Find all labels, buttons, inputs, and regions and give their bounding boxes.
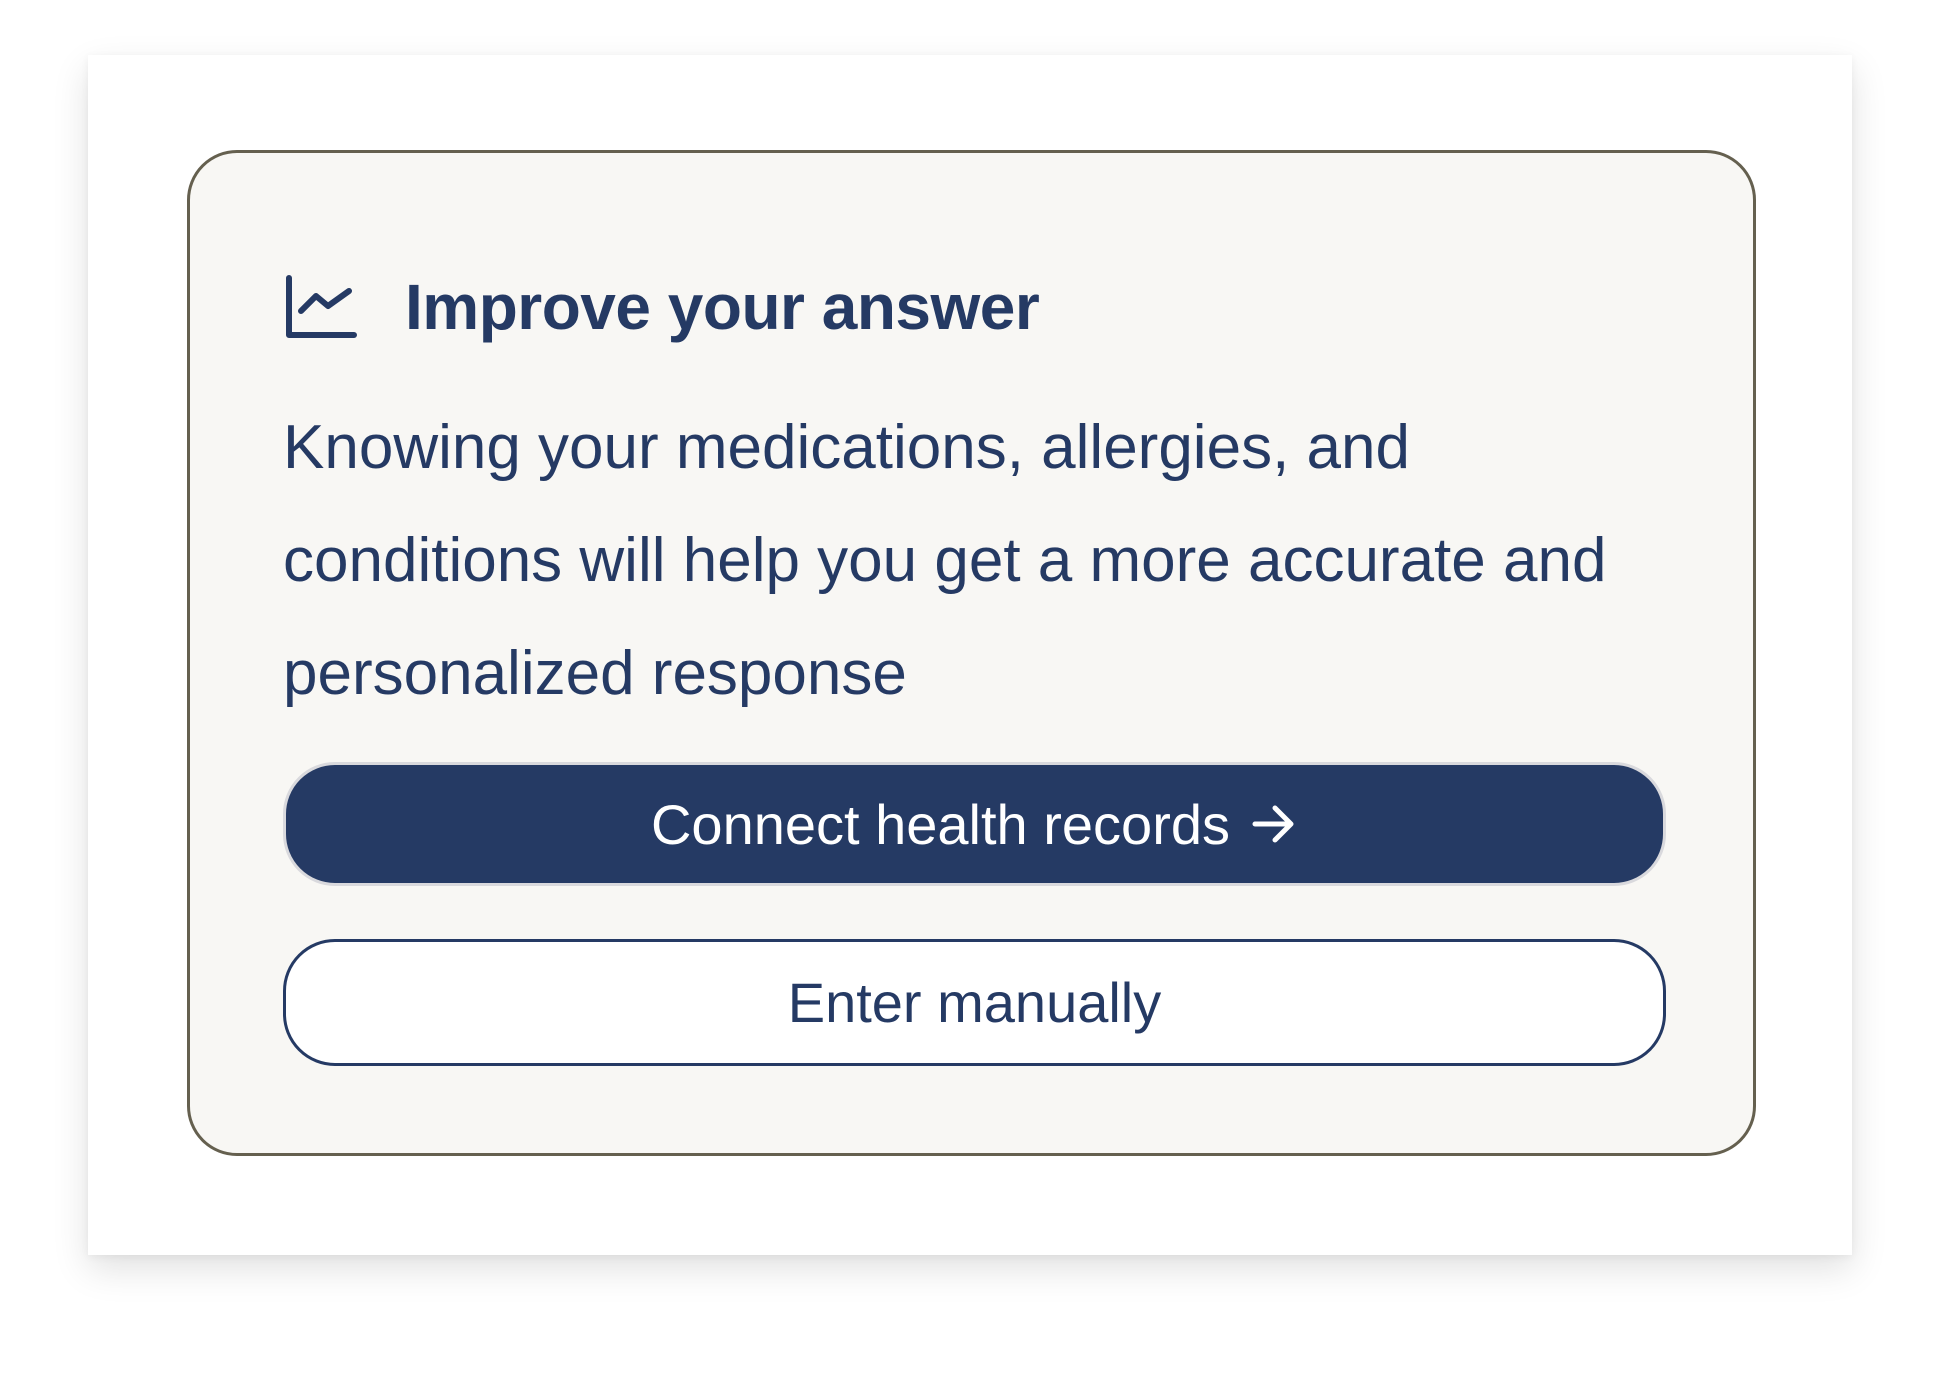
- connect-health-records-button[interactable]: Connect health records: [283, 762, 1666, 886]
- enter-manually-label: Enter manually: [787, 971, 1162, 1034]
- line-chart-icon: [286, 275, 357, 338]
- improve-answer-card: Improve your answer Knowing your medicat…: [187, 150, 1756, 1156]
- connect-button-label: Connect health records: [650, 792, 1230, 856]
- card-header: Improve your answer: [283, 261, 1040, 353]
- card-description: Knowing your medications, allergies, and…: [283, 413, 1607, 708]
- enter-manually-button[interactable]: Enter manually: [283, 939, 1666, 1066]
- arrow-right-icon: [1252, 805, 1294, 843]
- dialog-frame: Improve your answer Knowing your medicat…: [88, 55, 1852, 1255]
- card-title: Improve your answer: [405, 271, 1040, 343]
